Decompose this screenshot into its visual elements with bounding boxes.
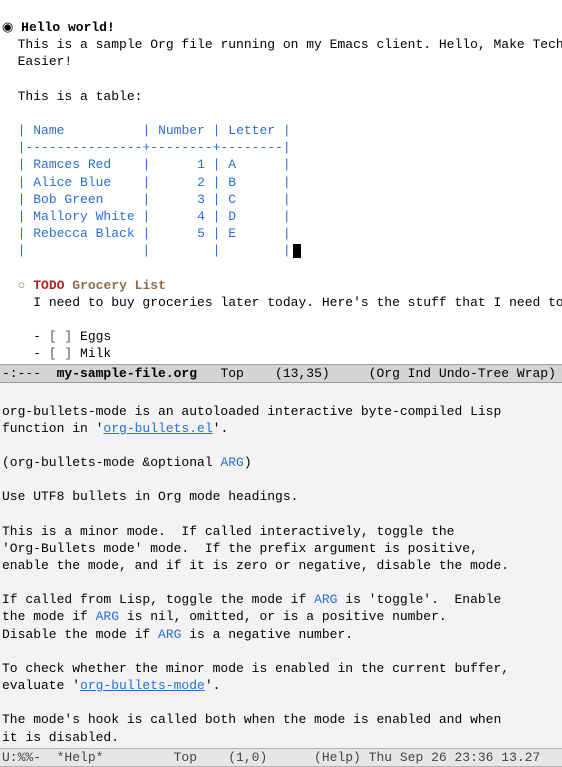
help-line: Use UTF8 bullets in Org mode headings.	[2, 489, 298, 504]
paragraph-line: Easier!	[18, 54, 73, 69]
table-row: | Mallory White | 4 | D |	[18, 209, 291, 224]
help-line: the mode if	[2, 609, 96, 624]
list-item: Eggs	[80, 329, 111, 344]
arg-keyword: ARG	[96, 609, 119, 624]
list-item: Milk	[80, 346, 111, 361]
help-line: Disable the mode if	[2, 627, 158, 642]
checkbox-icon[interactable]: [ ]	[49, 346, 72, 361]
modeline-active[interactable]: -:--- my-sample-file.org Top (13,35) (Or…	[0, 364, 562, 383]
source-link[interactable]: org-bullets.el	[103, 421, 212, 436]
modeline-inactive[interactable]: U:%%- *Help* Top (1,0) (Help) Thu Sep 26…	[0, 748, 562, 767]
help-line: This is a minor mode. If called interact…	[2, 524, 454, 539]
table-sep: |---------------+--------+--------|	[18, 140, 291, 155]
paragraph-line: This is a sample Org file running on my …	[18, 37, 562, 52]
help-line: To check whether the minor mode is enabl…	[2, 661, 509, 676]
bullet-level1-icon: ◉	[2, 20, 13, 35]
table-row: | | | |	[18, 243, 291, 258]
table-row: | Alice Blue | 2 | B |	[18, 175, 291, 190]
arg-keyword: ARG	[158, 627, 181, 642]
help-line: evaluate '	[2, 678, 80, 693]
help-line: enable the mode, and if it is zero or ne…	[2, 558, 509, 573]
symbol-link[interactable]: org-bullets-mode	[80, 678, 205, 693]
todo-keyword: TODO	[33, 278, 64, 293]
heading-2: Grocery List	[72, 278, 166, 293]
heading-1: Hello world!	[21, 20, 115, 35]
help-line: 'Org-Bullets mode' mode. If the prefix a…	[2, 541, 478, 556]
table-header: | Name | Number | Letter |	[18, 123, 291, 138]
modeline-status: U:%%- *Help* Top (1,0) (Help) Thu Sep 26…	[2, 750, 540, 765]
help-signature: (org-bullets-mode &optional	[2, 455, 220, 470]
help-buffer[interactable]: org-bullets-mode is an autoloaded intera…	[0, 383, 562, 747]
help-line: If called from Lisp, toggle the mode if	[2, 592, 314, 607]
help-line: org-bullets-mode is an autoloaded intera…	[2, 404, 501, 419]
table-row: | Rebecca Black | 5 | E |	[18, 226, 291, 241]
arg-keyword: ARG	[314, 592, 337, 607]
help-line: The mode's hook is called both when the …	[2, 712, 501, 727]
checkbox-icon[interactable]: [ ]	[49, 329, 72, 344]
help-line: it is disabled.	[2, 730, 119, 745]
help-line: '.	[213, 421, 229, 436]
bullet-level2-icon: ○	[18, 278, 26, 293]
arg-keyword: ARG	[220, 455, 243, 470]
table-row: | Bob Green | 3 | C |	[18, 192, 291, 207]
table-row: | Ramces Red | 1 | A |	[18, 157, 291, 172]
buffer-name: my-sample-file.org	[57, 366, 197, 381]
org-buffer[interactable]: ◉ Hello world! This is a sample Org file…	[0, 0, 562, 364]
paragraph-line: I need to buy groceries later today. Her…	[33, 295, 562, 310]
help-line: function in '	[2, 421, 103, 436]
modeline-status: Top (13,35) (Org Ind Undo-Tree Wrap) Thu…	[197, 366, 562, 381]
paragraph-line: This is a table:	[18, 89, 143, 104]
text-cursor	[293, 244, 301, 258]
